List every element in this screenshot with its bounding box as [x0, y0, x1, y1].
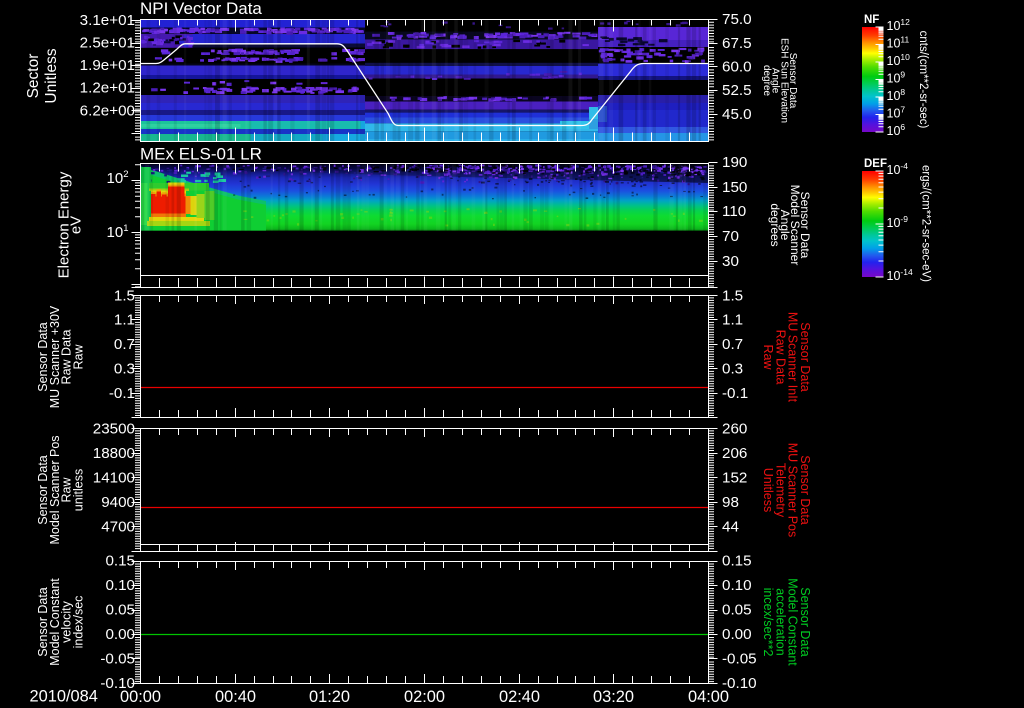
- svg-text:1.1: 1.1: [114, 312, 135, 329]
- svg-text:MEx ELS-01 LR: MEx ELS-01 LR: [140, 145, 262, 164]
- svg-text:Raw: Raw: [72, 344, 86, 370]
- svg-text:eV: eV: [68, 216, 85, 234]
- svg-text:18800: 18800: [93, 445, 135, 462]
- svg-text:75.0: 75.0: [722, 11, 752, 28]
- svg-text:02:00: 02:00: [404, 688, 445, 706]
- svg-text:0.7: 0.7: [722, 336, 743, 353]
- svg-text:3.1e+01: 3.1e+01: [80, 12, 135, 29]
- svg-text:cnts/(cm**2-sr-sec): cnts/(cm**2-sr-sec): [917, 31, 929, 129]
- svg-text:190: 190: [722, 154, 747, 171]
- svg-text:Unitless: Unitless: [761, 468, 775, 512]
- svg-text:60.0: 60.0: [722, 58, 752, 75]
- svg-text:-0.1: -0.1: [109, 385, 135, 402]
- svg-text:ergs/(cm**2-sr-sec-eV): ergs/(cm**2-sr-sec-eV): [920, 165, 932, 282]
- svg-text:incex/sec**2: incex/sec**2: [761, 588, 775, 657]
- svg-text:Sector: Sector: [25, 54, 42, 99]
- svg-text:4700: 4700: [101, 519, 135, 536]
- svg-text:70: 70: [722, 228, 739, 245]
- svg-text:0.00: 0.00: [722, 626, 752, 643]
- svg-text:02:40: 02:40: [499, 688, 540, 706]
- svg-text:01:20: 01:20: [309, 688, 350, 706]
- svg-text:0.00: 0.00: [105, 626, 135, 643]
- svg-text:67.5: 67.5: [722, 35, 752, 52]
- svg-text:44: 44: [722, 519, 739, 536]
- svg-text:NF: NF: [864, 14, 879, 26]
- svg-text:1.9e+01: 1.9e+01: [80, 57, 135, 74]
- svg-text:index/sec: index/sec: [72, 596, 86, 649]
- svg-text:00:00: 00:00: [120, 688, 161, 706]
- svg-text:0.3: 0.3: [722, 361, 743, 378]
- svg-text:degree: degree: [761, 65, 772, 97]
- svg-text:04:00: 04:00: [688, 688, 729, 706]
- svg-text:-0.1: -0.1: [722, 385, 748, 402]
- svg-text:30: 30: [722, 253, 739, 270]
- svg-text:45.0: 45.0: [722, 106, 752, 123]
- svg-text:0.05: 0.05: [722, 602, 752, 619]
- svg-text:Unitless: Unitless: [43, 48, 60, 103]
- svg-text:6.2e+00: 6.2e+00: [80, 103, 135, 120]
- svg-text:0.3: 0.3: [114, 361, 135, 378]
- svg-text:1.1: 1.1: [722, 312, 743, 329]
- svg-text:03:20: 03:20: [593, 688, 634, 706]
- svg-text:23500: 23500: [93, 421, 135, 438]
- svg-text:206: 206: [722, 445, 747, 462]
- svg-text:DEF: DEF: [864, 158, 887, 170]
- svg-text:0.10: 0.10: [722, 577, 752, 594]
- svg-text:9400: 9400: [101, 494, 135, 511]
- svg-text:-0.05: -0.05: [100, 651, 135, 668]
- svg-text:52.5: 52.5: [722, 82, 752, 99]
- svg-text:0.7: 0.7: [114, 336, 135, 353]
- svg-text:2010/084: 2010/084: [30, 688, 98, 706]
- svg-text:00:40: 00:40: [215, 688, 256, 706]
- svg-text:14100: 14100: [93, 470, 135, 487]
- svg-text:260: 260: [722, 421, 747, 438]
- svg-text:Raw: Raw: [761, 344, 775, 370]
- svg-text:152: 152: [722, 470, 747, 487]
- svg-text:150: 150: [722, 179, 747, 196]
- svg-text:0.10: 0.10: [105, 577, 135, 594]
- svg-text:110: 110: [722, 203, 746, 220]
- svg-text:2.5e+01: 2.5e+01: [80, 35, 135, 52]
- svg-text:0.05: 0.05: [105, 602, 135, 619]
- svg-text:degrees: degrees: [768, 203, 782, 246]
- svg-text:1.5: 1.5: [114, 287, 135, 304]
- svg-text:98: 98: [722, 494, 739, 511]
- svg-text:unitless: unitless: [72, 469, 86, 511]
- svg-text:1.2e+01: 1.2e+01: [80, 80, 135, 97]
- svg-text:1.5: 1.5: [722, 287, 743, 304]
- svg-text:0.15: 0.15: [105, 553, 135, 570]
- svg-text:NPI Vector Data: NPI Vector Data: [140, 0, 262, 18]
- svg-text:-0.05: -0.05: [722, 651, 757, 668]
- svg-text:0.15: 0.15: [722, 553, 752, 570]
